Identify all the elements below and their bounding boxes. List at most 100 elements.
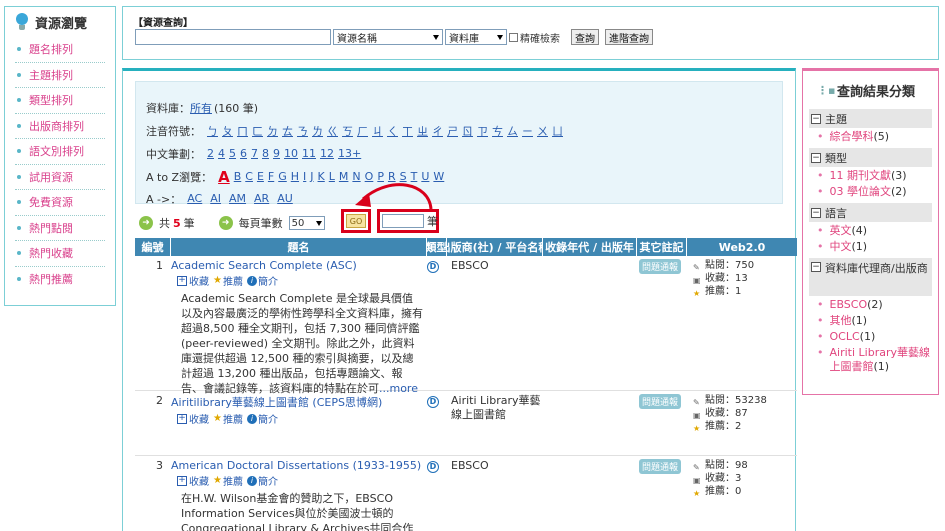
collect-button[interactable]: + 收藏 <box>177 411 209 426</box>
sidebar-item-popular-collects[interactable]: 熱門收藏 <box>15 241 105 267</box>
zhuyin-link[interactable]: ㄍ <box>327 123 338 139</box>
zhuyin-link[interactable]: ㄑ <box>387 123 398 139</box>
sidebar-item-subject-order[interactable]: 主題排列 <box>15 63 105 88</box>
stroke-link[interactable]: 13+ <box>338 147 361 160</box>
facet-item[interactable]: • 11 期刊文獻(3) <box>817 169 932 183</box>
az-current-letter[interactable]: A <box>218 168 230 186</box>
facet-item[interactable]: • OCLC(1) <box>817 330 932 344</box>
header-number[interactable]: 編號 <box>135 238 171 256</box>
zhuyin-link[interactable]: ㄓ <box>417 123 428 139</box>
report-issue-button[interactable]: 問題通報 <box>639 259 682 274</box>
facet-item[interactable]: • 其他(1) <box>817 314 932 328</box>
zhuyin-link[interactable]: ㄨ <box>537 123 548 139</box>
stroke-link[interactable]: 10 <box>284 147 298 160</box>
stroke-link[interactable]: 4 <box>218 147 225 160</box>
sidebar-item-trial[interactable]: 試用資源 <box>15 165 105 190</box>
zhuyin-link[interactable]: ㄒ <box>402 123 413 139</box>
recommend-button[interactable]: ★ 推薦 <box>213 473 243 488</box>
sidebar-item-language-order[interactable]: 語文別排列 <box>15 139 105 165</box>
sidebar-item-popular-recommends[interactable]: 熱門推薦 <box>15 267 105 293</box>
advanced-search-button[interactable]: 進階查詢 <box>605 29 653 45</box>
report-issue-button[interactable]: 問題通報 <box>639 394 682 409</box>
intro-button[interactable]: i 簡介 <box>246 473 278 488</box>
search-field-select[interactable]: 資源名稱 <box>333 29 443 45</box>
collect-button[interactable]: + 收藏 <box>177 273 209 288</box>
stroke-link[interactable]: 7 <box>251 147 258 160</box>
zhuyin-link[interactable]: ㄏ <box>357 123 368 139</box>
facet-group-header[interactable]: − 主題 <box>809 109 932 128</box>
header-years[interactable]: 收錄年代 / 出版年 <box>543 238 637 256</box>
per-page-select[interactable]: 50 <box>288 216 325 230</box>
zhuyin-link[interactable]: ㄐ <box>372 123 383 139</box>
zhuyin-link[interactable]: ㄌ <box>312 123 323 139</box>
zhuyin-link[interactable]: ㄖ <box>462 123 473 139</box>
az-letter-link[interactable]: K <box>318 170 325 183</box>
zhuyin-link[interactable]: ㄋ <box>297 123 308 139</box>
search-input[interactable] <box>135 29 331 45</box>
facet-group-header[interactable]: − 類型 <box>809 148 932 167</box>
az-letter-link[interactable]: E <box>257 170 264 183</box>
a-sub-link[interactable]: AC <box>187 192 202 205</box>
facet-item[interactable]: • 綜合學科(5) <box>817 130 932 144</box>
zhuyin-link[interactable]: ㄊ <box>282 123 293 139</box>
header-type[interactable]: 類型 <box>427 238 447 256</box>
a-sub-link[interactable]: AI <box>210 192 221 205</box>
sidebar-item-type-order[interactable]: 類型排列 <box>15 88 105 114</box>
az-letter-link[interactable]: L <box>329 170 335 183</box>
zhuyin-link[interactable]: ㄕ <box>447 123 458 139</box>
az-letter-link[interactable]: G <box>278 170 287 183</box>
intro-button[interactable]: i 簡介 <box>246 411 278 426</box>
sidebar-item-popular-views[interactable]: 熱門點閱 <box>15 216 105 241</box>
collect-button[interactable]: + 收藏 <box>177 473 209 488</box>
recommend-button[interactable]: ★ 推薦 <box>213 411 243 426</box>
zhuyin-link[interactable]: ㄙ <box>507 123 518 139</box>
stroke-link[interactable]: 2 <box>207 147 214 160</box>
zhuyin-link[interactable]: ㄔ <box>432 123 443 139</box>
stroke-link[interactable]: 11 <box>302 147 316 160</box>
stroke-link[interactable]: 5 <box>229 147 236 160</box>
facet-group-header[interactable]: − 資料庫代理商/出版商 <box>809 258 932 296</box>
az-letter-link[interactable]: M <box>339 170 349 183</box>
page-number-input[interactable] <box>382 214 424 228</box>
zhuyin-link[interactable]: ㄈ <box>252 123 263 139</box>
header-publisher[interactable]: 出版商(社) / 平台名稱 <box>447 238 543 256</box>
facet-item[interactable]: • 03 學位論文(2) <box>817 185 932 199</box>
resource-title-link[interactable]: Academic Search Complete (ASC) <box>171 259 427 272</box>
search-scope-select[interactable]: 資料庫 <box>445 29 507 45</box>
recommend-button[interactable]: ★ 推薦 <box>213 273 243 288</box>
az-letter-link[interactable]: J <box>310 170 313 183</box>
az-letter-link[interactable]: C <box>245 170 253 183</box>
facet-item[interactable]: • Airiti Library華藝線上圖書館(1) <box>817 346 932 374</box>
a-sub-link[interactable]: AM <box>229 192 246 205</box>
a-sub-link[interactable]: AU <box>277 192 293 205</box>
facet-item[interactable]: • 英文(4) <box>817 224 932 238</box>
zhuyin-link[interactable]: ㄇ <box>237 123 248 139</box>
facet-item[interactable]: • 中文(1) <box>817 240 932 254</box>
zhuyin-link[interactable]: ㄧ <box>522 123 533 139</box>
sidebar-item-publisher-order[interactable]: 出版商排列 <box>15 114 105 139</box>
zhuyin-link[interactable]: ㄉ <box>267 123 278 139</box>
zhuyin-link[interactable]: ㄗ <box>477 123 488 139</box>
go-button[interactable]: GO <box>346 214 366 228</box>
stroke-link[interactable]: 12 <box>320 147 334 160</box>
az-letter-link[interactable]: F <box>268 170 274 183</box>
zhuyin-link[interactable]: ㄎ <box>342 123 353 139</box>
a-sub-link[interactable]: AR <box>254 192 269 205</box>
facet-group-header[interactable]: − 語言 <box>809 203 932 222</box>
zhuyin-link[interactable]: ㄆ <box>222 123 233 139</box>
stroke-link[interactable]: 9 <box>273 147 280 160</box>
report-issue-button[interactable]: 問題通報 <box>639 459 682 474</box>
az-letter-link[interactable]: I <box>303 170 306 183</box>
db-all-link[interactable]: 所有 <box>190 100 212 116</box>
zhuyin-link[interactable]: ㄩ <box>552 123 563 139</box>
stroke-link[interactable]: 8 <box>262 147 269 160</box>
exact-search-checkbox[interactable] <box>509 32 518 42</box>
resource-title-link[interactable]: Airitilibrary華藝線上圖書館 (CEPS思博網) <box>171 394 427 410</box>
zhuyin-link[interactable]: ㄘ <box>492 123 503 139</box>
az-letter-link[interactable]: B <box>234 170 242 183</box>
sidebar-item-title-order[interactable]: 題名排列 <box>15 37 105 63</box>
query-button[interactable]: 查詢 <box>571 29 599 45</box>
intro-button[interactable]: i 簡介 <box>246 273 278 288</box>
zhuyin-link[interactable]: ㄅ <box>207 123 218 139</box>
resource-title-link[interactable]: American Doctoral Dissertations (1933-19… <box>171 459 427 472</box>
